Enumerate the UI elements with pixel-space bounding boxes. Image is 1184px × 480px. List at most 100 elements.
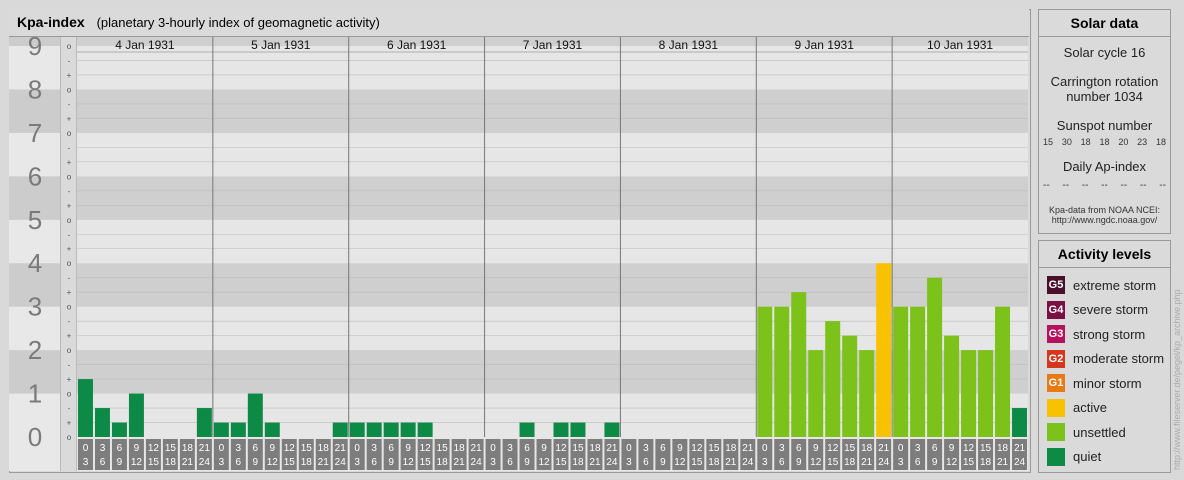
interval-end-label: 9 xyxy=(388,457,394,468)
minor-tick-label: - xyxy=(68,230,71,239)
interval-start-label: 21 xyxy=(878,443,890,454)
minor-tick-label: + xyxy=(67,332,72,341)
interval-end-label: 9 xyxy=(253,457,259,468)
chart-subtitle: (planetary 3-hourly index of geomagnetic… xyxy=(96,15,380,30)
source-line2[interactable]: http://www.ngdc.noaa.gov/ xyxy=(1039,215,1170,225)
interval-start-label: 15 xyxy=(844,443,856,454)
kp-bar xyxy=(247,393,263,437)
y-tick-label: 1 xyxy=(28,379,42,409)
interval-start-label: 3 xyxy=(100,443,106,454)
interval-end-label: 15 xyxy=(963,457,975,468)
interval-end-label: 24 xyxy=(742,457,754,468)
interval-end-label: 18 xyxy=(165,457,177,468)
interval-start-label: 9 xyxy=(541,443,547,454)
kp-bar xyxy=(808,350,824,437)
interval-end-label: 6 xyxy=(507,457,513,468)
interval-start-label: 0 xyxy=(219,443,225,454)
minor-tick-label: o xyxy=(67,390,72,399)
interval-end-label: 21 xyxy=(182,457,194,468)
interval-end-label: 15 xyxy=(284,457,296,468)
interval-start-label: 3 xyxy=(371,443,377,454)
interval-end-label: 3 xyxy=(490,457,496,468)
kp-bar xyxy=(366,422,382,437)
interval-start-label: 0 xyxy=(626,443,632,454)
sunspot-value: 18 xyxy=(1080,137,1091,147)
ap-value: -- xyxy=(1043,180,1050,191)
kp-bar xyxy=(791,292,807,437)
legend-swatch: G1 xyxy=(1047,374,1065,393)
data-source: Kpa-data from NOAA NCEI: http://www.ngdc… xyxy=(1039,205,1170,225)
interval-start-label: 15 xyxy=(165,443,177,454)
y-tick-label: 5 xyxy=(28,205,42,235)
carrington-line1: Carrington rotation xyxy=(1050,74,1159,89)
interval-start-label: 21 xyxy=(471,443,483,454)
interval-start-label: 3 xyxy=(915,443,921,454)
ap-values: -- -- -- -- -- -- -- xyxy=(1039,180,1170,191)
ap-value: -- xyxy=(1101,180,1108,191)
minor-tick-label: + xyxy=(67,245,72,254)
interval-start-label: 18 xyxy=(182,443,194,454)
day-label: 4 Jan 1931 xyxy=(115,38,175,52)
y-tick-label: 4 xyxy=(28,248,42,278)
kp-bar xyxy=(859,350,875,437)
kp-bar xyxy=(519,422,535,437)
interval-end-label: 3 xyxy=(219,457,225,468)
minor-tick-label: o xyxy=(67,172,72,181)
kp-bar xyxy=(876,263,892,437)
sunspot-value: 15 xyxy=(1043,137,1054,147)
interval-end-label: 12 xyxy=(403,457,415,468)
legend-swatch: G4 xyxy=(1047,300,1065,319)
interval-start-label: 18 xyxy=(318,443,330,454)
y-tick-label: 7 xyxy=(28,118,42,148)
interval-end-label: 9 xyxy=(932,457,938,468)
plot-band xyxy=(77,46,1028,90)
legend-swatch xyxy=(1047,398,1065,417)
legend-label: quiet xyxy=(1073,449,1102,465)
plot-band xyxy=(77,176,1028,220)
ap-value: -- xyxy=(1081,180,1089,191)
kp-bar xyxy=(94,408,110,437)
interval-start-label: 0 xyxy=(898,443,904,454)
kp-bar xyxy=(213,422,229,437)
interval-end-label: 18 xyxy=(572,457,584,468)
y-tick-label: 9 xyxy=(28,37,42,61)
minor-tick-label: + xyxy=(67,201,72,210)
kp-bar xyxy=(995,306,1011,437)
kp-bar xyxy=(757,306,773,437)
interval-start-label: 12 xyxy=(827,443,839,454)
minor-tick-label: o xyxy=(67,216,72,225)
kp-bar xyxy=(349,422,365,437)
kp-bar xyxy=(417,422,433,437)
watermark: http://www.fileserver.de/pegel/kp_archiv… xyxy=(1172,289,1182,470)
interval-end-label: 24 xyxy=(1014,457,1026,468)
chart-title: Kpa-index xyxy=(17,14,85,30)
kp-bar xyxy=(961,350,977,437)
interval-start-label: 18 xyxy=(589,443,601,454)
legend-label: active xyxy=(1073,400,1107,416)
legend-item: unsettled xyxy=(1039,420,1170,445)
sunspot-value: 30 xyxy=(1061,137,1072,147)
interval-start-label: 9 xyxy=(677,443,683,454)
interval-start-label: 6 xyxy=(524,443,530,454)
plot-band xyxy=(77,89,1028,133)
interval-end-label: 18 xyxy=(844,457,856,468)
interval-start-label: 6 xyxy=(932,443,938,454)
interval-start-label: 6 xyxy=(388,443,394,454)
solar-data-header: Solar data xyxy=(1039,10,1170,37)
interval-end-label: 6 xyxy=(371,457,377,468)
interval-end-label: 18 xyxy=(708,457,720,468)
legend-swatch xyxy=(1047,423,1065,442)
legend-item: G5 extreme storm xyxy=(1039,273,1170,298)
kp-bar xyxy=(774,306,790,437)
interval-end-label: 9 xyxy=(117,457,123,468)
interval-start-label: 3 xyxy=(643,443,649,454)
interval-start-label: 21 xyxy=(606,443,618,454)
interval-end-label: 24 xyxy=(878,457,890,468)
legend-swatch xyxy=(1047,447,1065,466)
kp-bar xyxy=(842,335,858,437)
interval-end-label: 15 xyxy=(827,457,839,468)
kp-bar xyxy=(78,379,93,437)
interval-end-label: 6 xyxy=(100,457,106,468)
interval-start-label: 18 xyxy=(997,443,1009,454)
minor-tick-label: o xyxy=(67,129,72,138)
